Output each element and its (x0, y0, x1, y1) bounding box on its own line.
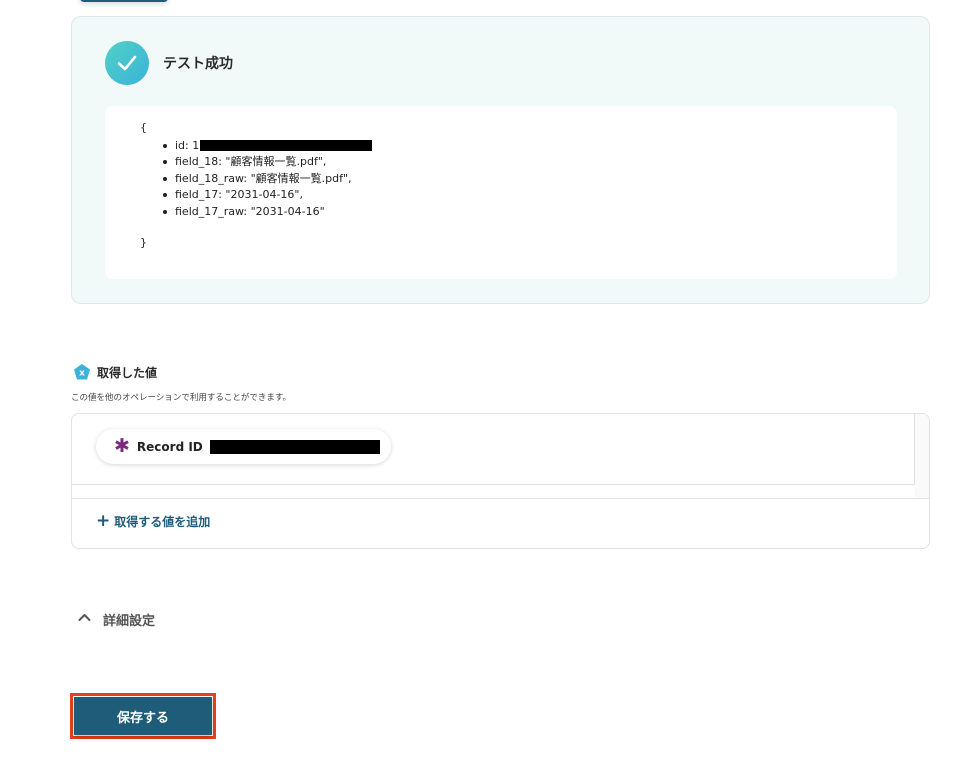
json-field: field_18_raw: "顧客情報一覧.pdf", (163, 171, 897, 188)
add-value-label: 取得する値を追加 (114, 515, 211, 529)
chip-label: Record ID (136, 439, 203, 454)
test-success-header: テスト成功 (105, 41, 233, 85)
add-value-button[interactable]: + 取得する値を追加 (96, 513, 210, 530)
save-button[interactable]: 保存する (74, 697, 212, 735)
acquired-values-box: ✱ Record ID + 取得する値を追加 (71, 413, 930, 549)
json-field: field_18: "顧客情報一覧.pdf", (163, 154, 897, 171)
asterisk-icon: ✱ (114, 435, 130, 457)
json-field: field_17: "2031-04-16", (163, 187, 897, 204)
value-chip-record-id[interactable]: ✱ Record ID (96, 429, 391, 464)
json-output: { id: 1 field_18: "顧客情報一覧.pdf", field_18… (105, 106, 897, 279)
chevron-up-icon (77, 610, 92, 629)
redaction-bar (200, 140, 373, 151)
previous-button-edge[interactable] (80, 0, 168, 2)
json-field: field_17_raw: "2031-04-16" (163, 204, 897, 221)
plus-icon: + (96, 511, 111, 531)
check-icon (105, 41, 149, 85)
svg-text:x: x (79, 369, 85, 379)
acquired-values-description: この値を他のオペレーションで利用することができます。 (71, 393, 291, 403)
json-open-brace: { (140, 121, 147, 134)
test-result-panel: テスト成功 { id: 1 field_18: "顧客情報一覧.pdf", fi… (71, 16, 930, 304)
variable-x-icon: x (73, 363, 91, 381)
advanced-settings-label: 詳細設定 (103, 614, 156, 629)
values-list-area: ✱ Record ID (72, 414, 915, 485)
divider (72, 498, 929, 499)
json-field-list: id: 1 field_18: "顧客情報一覧.pdf", field_18_r… (140, 138, 897, 221)
redaction-bar (209, 439, 380, 454)
acquired-values-header: x 取得した値 (73, 363, 157, 381)
scrollbar[interactable] (915, 414, 929, 498)
json-field-id: id: 1 (163, 138, 897, 155)
test-status-label: テスト成功 (163, 56, 233, 72)
acquired-values-title: 取得した値 (97, 365, 158, 380)
json-close-brace: } (140, 236, 147, 249)
advanced-settings-toggle[interactable]: 詳細設定 (77, 610, 155, 629)
